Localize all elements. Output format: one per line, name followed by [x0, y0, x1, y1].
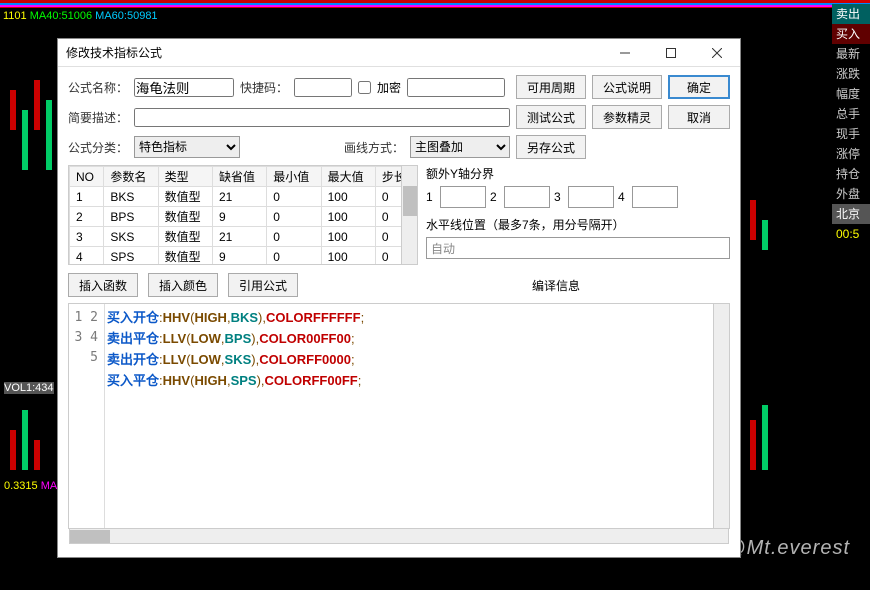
compile-info-label: 编译信息 — [532, 277, 580, 294]
desc-label: 简要描述： — [68, 109, 128, 126]
formula-editor-dialog: 修改技术指标公式 公式名称： 快捷码： 加密 可用周期 公式说明 确定 简要描述… — [57, 38, 741, 558]
volume-bar — [22, 410, 28, 470]
ok-button[interactable]: 确定 — [668, 75, 730, 99]
code-editor[interactable]: 1 2 3 4 5 买入开仓:HHV(HIGH,BKS),COLORFFFFFF… — [68, 303, 730, 529]
side-item: 持仓 — [832, 164, 870, 184]
test-button[interactable]: 测试公式 — [516, 105, 586, 129]
hlines-input[interactable] — [426, 237, 730, 259]
candle — [22, 110, 28, 170]
code-scrollbar-v[interactable] — [713, 304, 729, 528]
yaxis-input-3[interactable] — [568, 186, 614, 208]
drawmode-select[interactable]: 主图叠加 — [410, 136, 510, 158]
close-button[interactable] — [694, 39, 740, 67]
side-item: 外盘 — [832, 184, 870, 204]
th-max: 最大值 — [321, 167, 375, 187]
volume-readout: VOL1:434 — [4, 382, 54, 394]
side-city: 北京 — [832, 204, 870, 224]
params-table-wrap: NO 参数名 类型 缺省值 最小值 最大值 步长 1BKS数值型2101000 … — [68, 165, 418, 265]
category-select[interactable]: 特色指标 — [134, 136, 240, 158]
desc-input[interactable] — [134, 108, 510, 127]
table-row[interactable]: 2BPS数值型901000 — [70, 207, 417, 227]
insert-fn-button[interactable]: 插入函数 — [68, 273, 138, 297]
side-time: 00:5 — [832, 224, 870, 244]
encrypt-input[interactable] — [407, 78, 505, 97]
candle — [762, 220, 768, 250]
code-body[interactable]: 买入开仓:HHV(HIGH,BKS),COLORFFFFFF; 卖出平仓:LLV… — [105, 304, 713, 528]
side-item: 涨跌 — [832, 64, 870, 84]
encrypt-label: 加密 — [377, 79, 401, 96]
volume-bar — [762, 405, 768, 470]
maximize-button[interactable] — [648, 39, 694, 67]
yaxis-num: 1 — [426, 190, 436, 204]
saveas-button[interactable]: 另存公式 — [516, 135, 586, 159]
params-table[interactable]: NO 参数名 类型 缺省值 最小值 最大值 步长 1BKS数值型2101000 … — [69, 166, 417, 265]
explain-button[interactable]: 公式说明 — [592, 75, 662, 99]
side-item: 涨停 — [832, 144, 870, 164]
candle — [46, 100, 52, 170]
side-sell[interactable]: 卖出 — [832, 4, 870, 24]
th-type: 类型 — [158, 167, 212, 187]
ma-readout: 1101 MA40:51006 MA60:50981 — [3, 10, 158, 22]
candle — [34, 80, 40, 130]
yaxis-group-label: 额外Y轴分界 — [426, 165, 730, 182]
side-panel: 卖出 买入 最新 涨跌 幅度 总手 现手 涨停 持仓 外盘 北京 00:5 — [832, 4, 870, 244]
table-row[interactable]: 1BKS数值型2101000 — [70, 187, 417, 207]
side-item: 现手 — [832, 124, 870, 144]
cancel-button[interactable]: 取消 — [668, 105, 730, 129]
candle — [750, 200, 756, 240]
th-min: 最小值 — [267, 167, 321, 187]
name-input[interactable] — [134, 78, 234, 97]
side-buy[interactable]: 买入 — [832, 24, 870, 44]
side-item: 最新 — [832, 44, 870, 64]
dialog-title: 修改技术指标公式 — [66, 44, 602, 61]
yaxis-num: 4 — [618, 190, 628, 204]
volume-bar — [34, 440, 40, 470]
table-row[interactable]: 4SPS数值型901000 — [70, 247, 417, 266]
ma5-readout: 0.3315 MA — [4, 480, 57, 492]
code-scrollbar-h[interactable] — [69, 528, 729, 544]
side-item: 幅度 — [832, 84, 870, 104]
hotkey-input[interactable] — [294, 78, 352, 97]
yaxis-input-4[interactable] — [632, 186, 678, 208]
table-row[interactable]: 3SKS数值型2101000 — [70, 227, 417, 247]
side-item: 总手 — [832, 104, 870, 124]
yaxis-num: 3 — [554, 190, 564, 204]
yaxis-row: 1 2 3 4 — [426, 186, 730, 208]
insert-color-button[interactable]: 插入颜色 — [148, 273, 218, 297]
th-def: 缺省值 — [212, 167, 266, 187]
bg-accent3 — [0, 5, 870, 8]
candle — [10, 90, 16, 130]
ref-formula-button[interactable]: 引用公式 — [228, 273, 298, 297]
volume-bar — [10, 430, 16, 470]
yaxis-input-1[interactable] — [440, 186, 486, 208]
drawmode-label: 画线方式： — [344, 139, 404, 156]
name-label: 公式名称： — [68, 79, 128, 96]
th-no: NO — [70, 167, 104, 187]
volume-bar — [750, 420, 756, 470]
category-label: 公式分类： — [68, 139, 128, 156]
params-scrollbar[interactable] — [401, 166, 417, 264]
hotkey-label: 快捷码： — [240, 79, 288, 96]
period-button[interactable]: 可用周期 — [516, 75, 586, 99]
encrypt-checkbox[interactable] — [358, 81, 371, 94]
wizard-button[interactable]: 参数精灵 — [592, 105, 662, 129]
yaxis-input-2[interactable] — [504, 186, 550, 208]
code-gutter: 1 2 3 4 5 — [69, 304, 105, 528]
yaxis-num: 2 — [490, 190, 500, 204]
th-name: 参数名 — [104, 167, 158, 187]
titlebar: 修改技术指标公式 — [58, 39, 740, 67]
hlines-label: 水平线位置（最多7条，用分号隔开） — [426, 216, 730, 233]
minimize-button[interactable] — [602, 39, 648, 67]
